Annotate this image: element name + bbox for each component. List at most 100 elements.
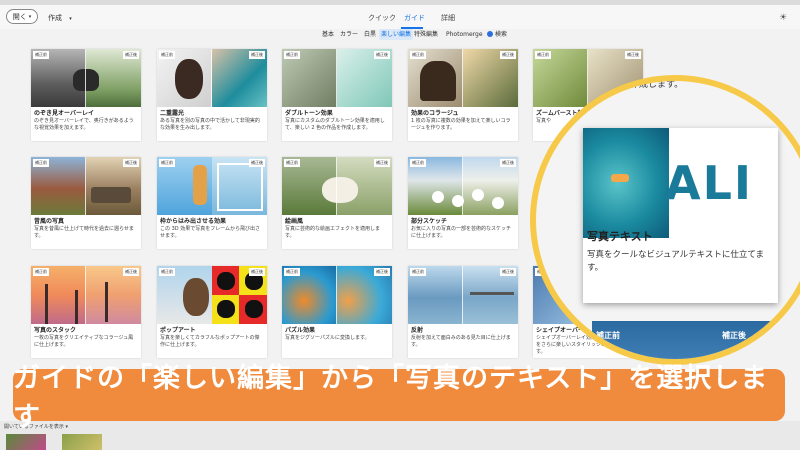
guided-card[interactable]: 補正前 補正後 ポップアート 写真を楽しくてカラフルなポップアートの傑作に仕上げ… <box>157 266 267 358</box>
subtab-photomerge[interactable]: Photomerge <box>444 29 485 40</box>
subtab-search[interactable]: 検索 <box>485 29 509 40</box>
open-file-thumbnail[interactable] <box>62 434 102 450</box>
before-badge: 補正前 <box>159 159 175 167</box>
after-badge: 補正後 <box>374 51 390 59</box>
before-badge: 補正前 <box>410 159 426 167</box>
guided-card[interactable]: 補正前 補正後 枠からはみ出させる効果 この 3D 効果で写真をフレームから飛び… <box>157 157 267 249</box>
card-thumbnail: 補正前 補正後 <box>157 266 267 324</box>
chevron-down-icon: ▾ <box>28 13 32 20</box>
card-description: 写真に芸術的な絵画エフェクトを適用します。 <box>285 226 381 239</box>
card-title: 反射 <box>408 324 518 334</box>
before-badge: 補正前 <box>410 268 426 276</box>
top-toolbar: 開く ▾ 作成 ▾ クイック ガイド 詳細 ☀ <box>0 5 800 29</box>
card-title: のぞき見オーバーレイ <box>31 107 141 117</box>
after-badge: 補正後 <box>500 159 516 167</box>
subtab-special-edits[interactable]: 特殊編集 <box>412 29 440 40</box>
after-badge: 補正後 <box>625 51 641 59</box>
before-badge: 補正前 <box>33 51 49 59</box>
settings-icon[interactable]: ☀ <box>779 13 787 23</box>
instruction-banner: ガイドの「楽しい編集」から「写真のテキスト」を選択します <box>13 363 785 433</box>
before-badge: 補正前 <box>33 268 49 276</box>
card-thumbnail: 補正前 補正後 <box>408 266 518 324</box>
after-badge: 補正後 <box>249 159 265 167</box>
card-title: 効果のコラージュ <box>408 107 518 117</box>
card-description: この 3D 効果で写真をフレームから飛び出させます。 <box>160 226 261 239</box>
card-thumbnail: 補正前 補正後 <box>31 49 141 107</box>
card-thumbnail: 補正前 補正後 <box>282 266 392 324</box>
create-menu-label: 作成 <box>48 14 62 22</box>
card-description: 写真をクールなビジュアルテキストに仕立てます。 <box>587 250 764 273</box>
guided-card[interactable]: 補正前 補正後 ダブルトーン効果 写真にカスタムのダブルトーン効果を適用して、楽… <box>282 49 392 141</box>
open-button[interactable]: 開く ▾ <box>6 9 38 24</box>
guided-card[interactable]: 補正前 補正後 効果のコラージュ 1 枚の写真に複数の効果を加えて楽しいコラージ… <box>408 49 518 141</box>
card-title: ポップアート <box>157 324 267 334</box>
card-title: 部分スケッチ <box>408 215 518 225</box>
card-description: 写真をジグソーパズルに変換します。 <box>285 335 370 341</box>
card-title: 枠からはみ出させる効果 <box>157 215 267 225</box>
before-badge: 補正前 <box>596 331 620 340</box>
card-thumbnail: 補正前 補正後 <box>157 49 267 107</box>
card-description: 一枚の写真をクリエイティブなコラージュ風に仕上げます。 <box>34 335 134 348</box>
after-badge: 補正後 <box>123 268 139 276</box>
photo-text-card[interactable]: ALI 写真テキスト 写真をクールなビジュアルテキストに仕立てます。 <box>583 128 778 303</box>
card-title: 絵画風 <box>282 215 392 225</box>
after-badge: 補正後 <box>249 268 265 276</box>
card-thumbnail: 補正前 補正後 <box>31 157 141 215</box>
photo-text-thumbnail: ALI <box>583 128 778 238</box>
open-file-thumbnail[interactable] <box>6 434 46 450</box>
before-badge: 補正前 <box>159 51 175 59</box>
zoom-callout: を作成します。 ALI 写真テキスト 写真をクールなビジュアルテキストに仕立てま… <box>530 75 800 365</box>
card-title: ダブルトーン効果 <box>282 107 392 117</box>
card-title: 昔風の写真 <box>31 215 141 225</box>
before-badge: 補正前 <box>284 268 300 276</box>
after-badge: 補正後 <box>123 159 139 167</box>
open-button-label: 開く <box>12 12 27 21</box>
guided-card[interactable]: 補正前 補正後 のぞき見オーバーレイ のぞき見オーバーレイで、奥行きがあるような… <box>31 49 141 141</box>
tab-expert[interactable]: 詳細 <box>441 13 455 23</box>
guided-card[interactable]: 補正前 補正後 昔風の写真 写真を昔風に仕上げて時代を過去に遡らせます。 <box>31 157 141 249</box>
card-description: 反射を加えて面白みのある見た目に仕上げます。 <box>411 335 511 348</box>
chevron-down-icon: ▾ <box>69 16 72 22</box>
before-badge: 補正前 <box>159 268 175 276</box>
guided-card[interactable]: 補正前 補正後 パズル効果 写真をジグソーパズルに変換します。 <box>282 266 392 358</box>
guided-card[interactable]: 補正前 補正後 写真のスタック 一枚の写真をクリエイティブなコラージュ風に仕上げ… <box>31 266 141 358</box>
card-thumbnail: 補正前 補正後 <box>282 49 392 107</box>
tab-guided[interactable]: ガイド <box>404 13 425 23</box>
before-badge: 補正前 <box>410 51 426 59</box>
subtab-search-label: 検索 <box>495 31 508 38</box>
card-thumbnail: 補正前 補正後 <box>157 157 267 215</box>
card-title: 二重露光 <box>157 107 267 117</box>
card-title: パズル効果 <box>282 324 392 334</box>
card-thumbnail: 補正前 補正後 <box>31 266 141 324</box>
subtab-bw[interactable]: 白黒 <box>362 29 378 40</box>
create-menu[interactable]: 作成 ▾ <box>48 13 72 23</box>
card-description: ある写真を別の写真の中で活かして非現実的な効果を生み出します。 <box>160 118 260 131</box>
after-badge: 補正後 <box>500 51 516 59</box>
before-badge: 補正前 <box>33 159 49 167</box>
before-badge: 補正前 <box>284 159 300 167</box>
category-tabs: 基本 カラー 白黒 楽しい編集 特殊編集 Photomerge 検索 <box>0 29 800 41</box>
after-badge: 補正後 <box>500 268 516 276</box>
banner-text: ガイドの「楽しい編集」から「写真のテキスト」を選択します <box>13 363 769 433</box>
card-thumbnail: 補正前 補正後 <box>408 49 518 107</box>
card-description: 写真にカスタムのダブルトーン効果を適用して、楽しい 2 色の作品を作成します。 <box>285 118 385 131</box>
card-title: 写真テキスト <box>587 230 653 243</box>
card-description: のぞき見オーバーレイで、奥行きがあるような視覚効果を加えます。 <box>34 118 134 131</box>
card-thumbnail: 補正前 補正後 <box>408 157 518 215</box>
card-description: 写真を楽しくてカラフルなポップアートの傑作に仕上げます。 <box>160 335 260 348</box>
subtab-fun-edits[interactable]: 楽しい編集 <box>379 29 414 40</box>
after-badge: 補正後 <box>249 51 265 59</box>
card-description: 1 枚の写真に複数の効果を加えて楽しいコラージュを作ります。 <box>411 118 511 131</box>
subtab-basic[interactable]: 基本 <box>320 29 336 40</box>
card-title: 写真のスタック <box>31 324 141 334</box>
search-icon <box>487 31 493 37</box>
after-badge: 補正後 <box>374 268 390 276</box>
subtab-color[interactable]: カラー <box>338 29 360 40</box>
photo-text-overlay: ALI <box>665 156 754 210</box>
guided-card[interactable]: 補正前 補正後 部分スケッチ お気に入りの写真の一部を芸術的なスケッチに仕上げま… <box>408 157 518 249</box>
before-badge: 補正前 <box>535 51 551 59</box>
guided-card[interactable]: 補正前 補正後 絵画風 写真に芸術的な絵画エフェクトを適用します。 <box>282 157 392 249</box>
guided-card[interactable]: 補正前 補正後 二重露光 ある写真を別の写真の中で活かして非現実的な効果を生み出… <box>157 49 267 141</box>
tab-quick[interactable]: クイック <box>368 13 396 23</box>
guided-card[interactable]: 補正前 補正後 反射 反射を加えて面白みのある見た目に仕上げます。 <box>408 266 518 358</box>
